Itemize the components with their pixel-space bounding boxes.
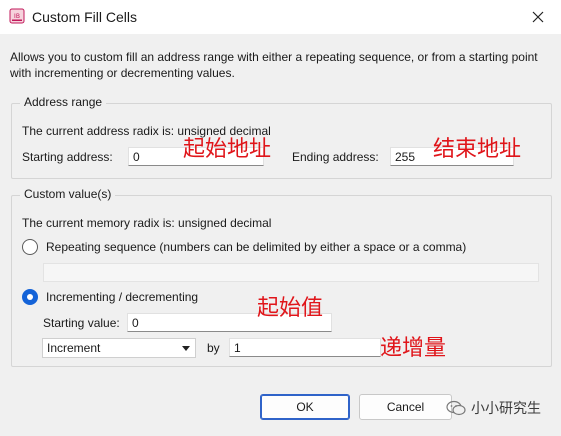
window-title: Custom Fill Cells — [32, 9, 138, 25]
annotation-start-address: 起始地址 — [183, 137, 272, 162]
close-icon — [532, 11, 544, 23]
repeating-sequence-radio[interactable] — [22, 239, 38, 255]
watermark-text: 小小研究生 — [471, 400, 541, 416]
close-button[interactable] — [515, 0, 561, 34]
custom-values-legend: Custom value(s) — [20, 187, 116, 201]
incrementing-decrementing-label[interactable]: Incrementing / decrementing — [46, 290, 198, 304]
dialog-description: Allows you to custom fill an address ran… — [10, 50, 538, 80]
app-icon: IB — [9, 8, 25, 24]
memory-radix-text: The current memory radix is: unsigned de… — [22, 216, 272, 230]
address-range-legend: Address range — [20, 95, 107, 109]
annotation-increment: 递增量 — [380, 336, 447, 361]
repeating-sequence-input[interactable] — [43, 263, 539, 282]
svg-text:IB: IB — [14, 13, 20, 20]
ending-address-label: Ending address: — [292, 150, 379, 164]
address-radix-text: The current address radix is: unsigned d… — [22, 124, 271, 138]
by-label: by — [207, 341, 220, 355]
annotation-end-address: 结束地址 — [433, 137, 522, 162]
cancel-button[interactable]: Cancel — [359, 394, 452, 420]
starting-address-label: Starting address: — [22, 150, 113, 164]
increment-by-input[interactable]: 1 — [229, 338, 381, 357]
watermark: 小小研究生 — [446, 398, 541, 418]
wechat-icon — [446, 400, 466, 416]
increment-mode-value: Increment — [47, 341, 101, 355]
title-bar: IB Custom Fill Cells — [0, 0, 561, 34]
chevron-down-icon — [182, 346, 190, 351]
increment-mode-select[interactable]: Increment — [42, 338, 196, 358]
ok-button[interactable]: OK — [260, 394, 350, 420]
incrementing-decrementing-radio[interactable] — [22, 289, 38, 305]
repeating-sequence-label[interactable]: Repeating sequence (numbers can be delim… — [46, 240, 466, 254]
starting-value-label: Starting value: — [43, 316, 120, 330]
annotation-start-value: 起始值 — [257, 296, 324, 321]
